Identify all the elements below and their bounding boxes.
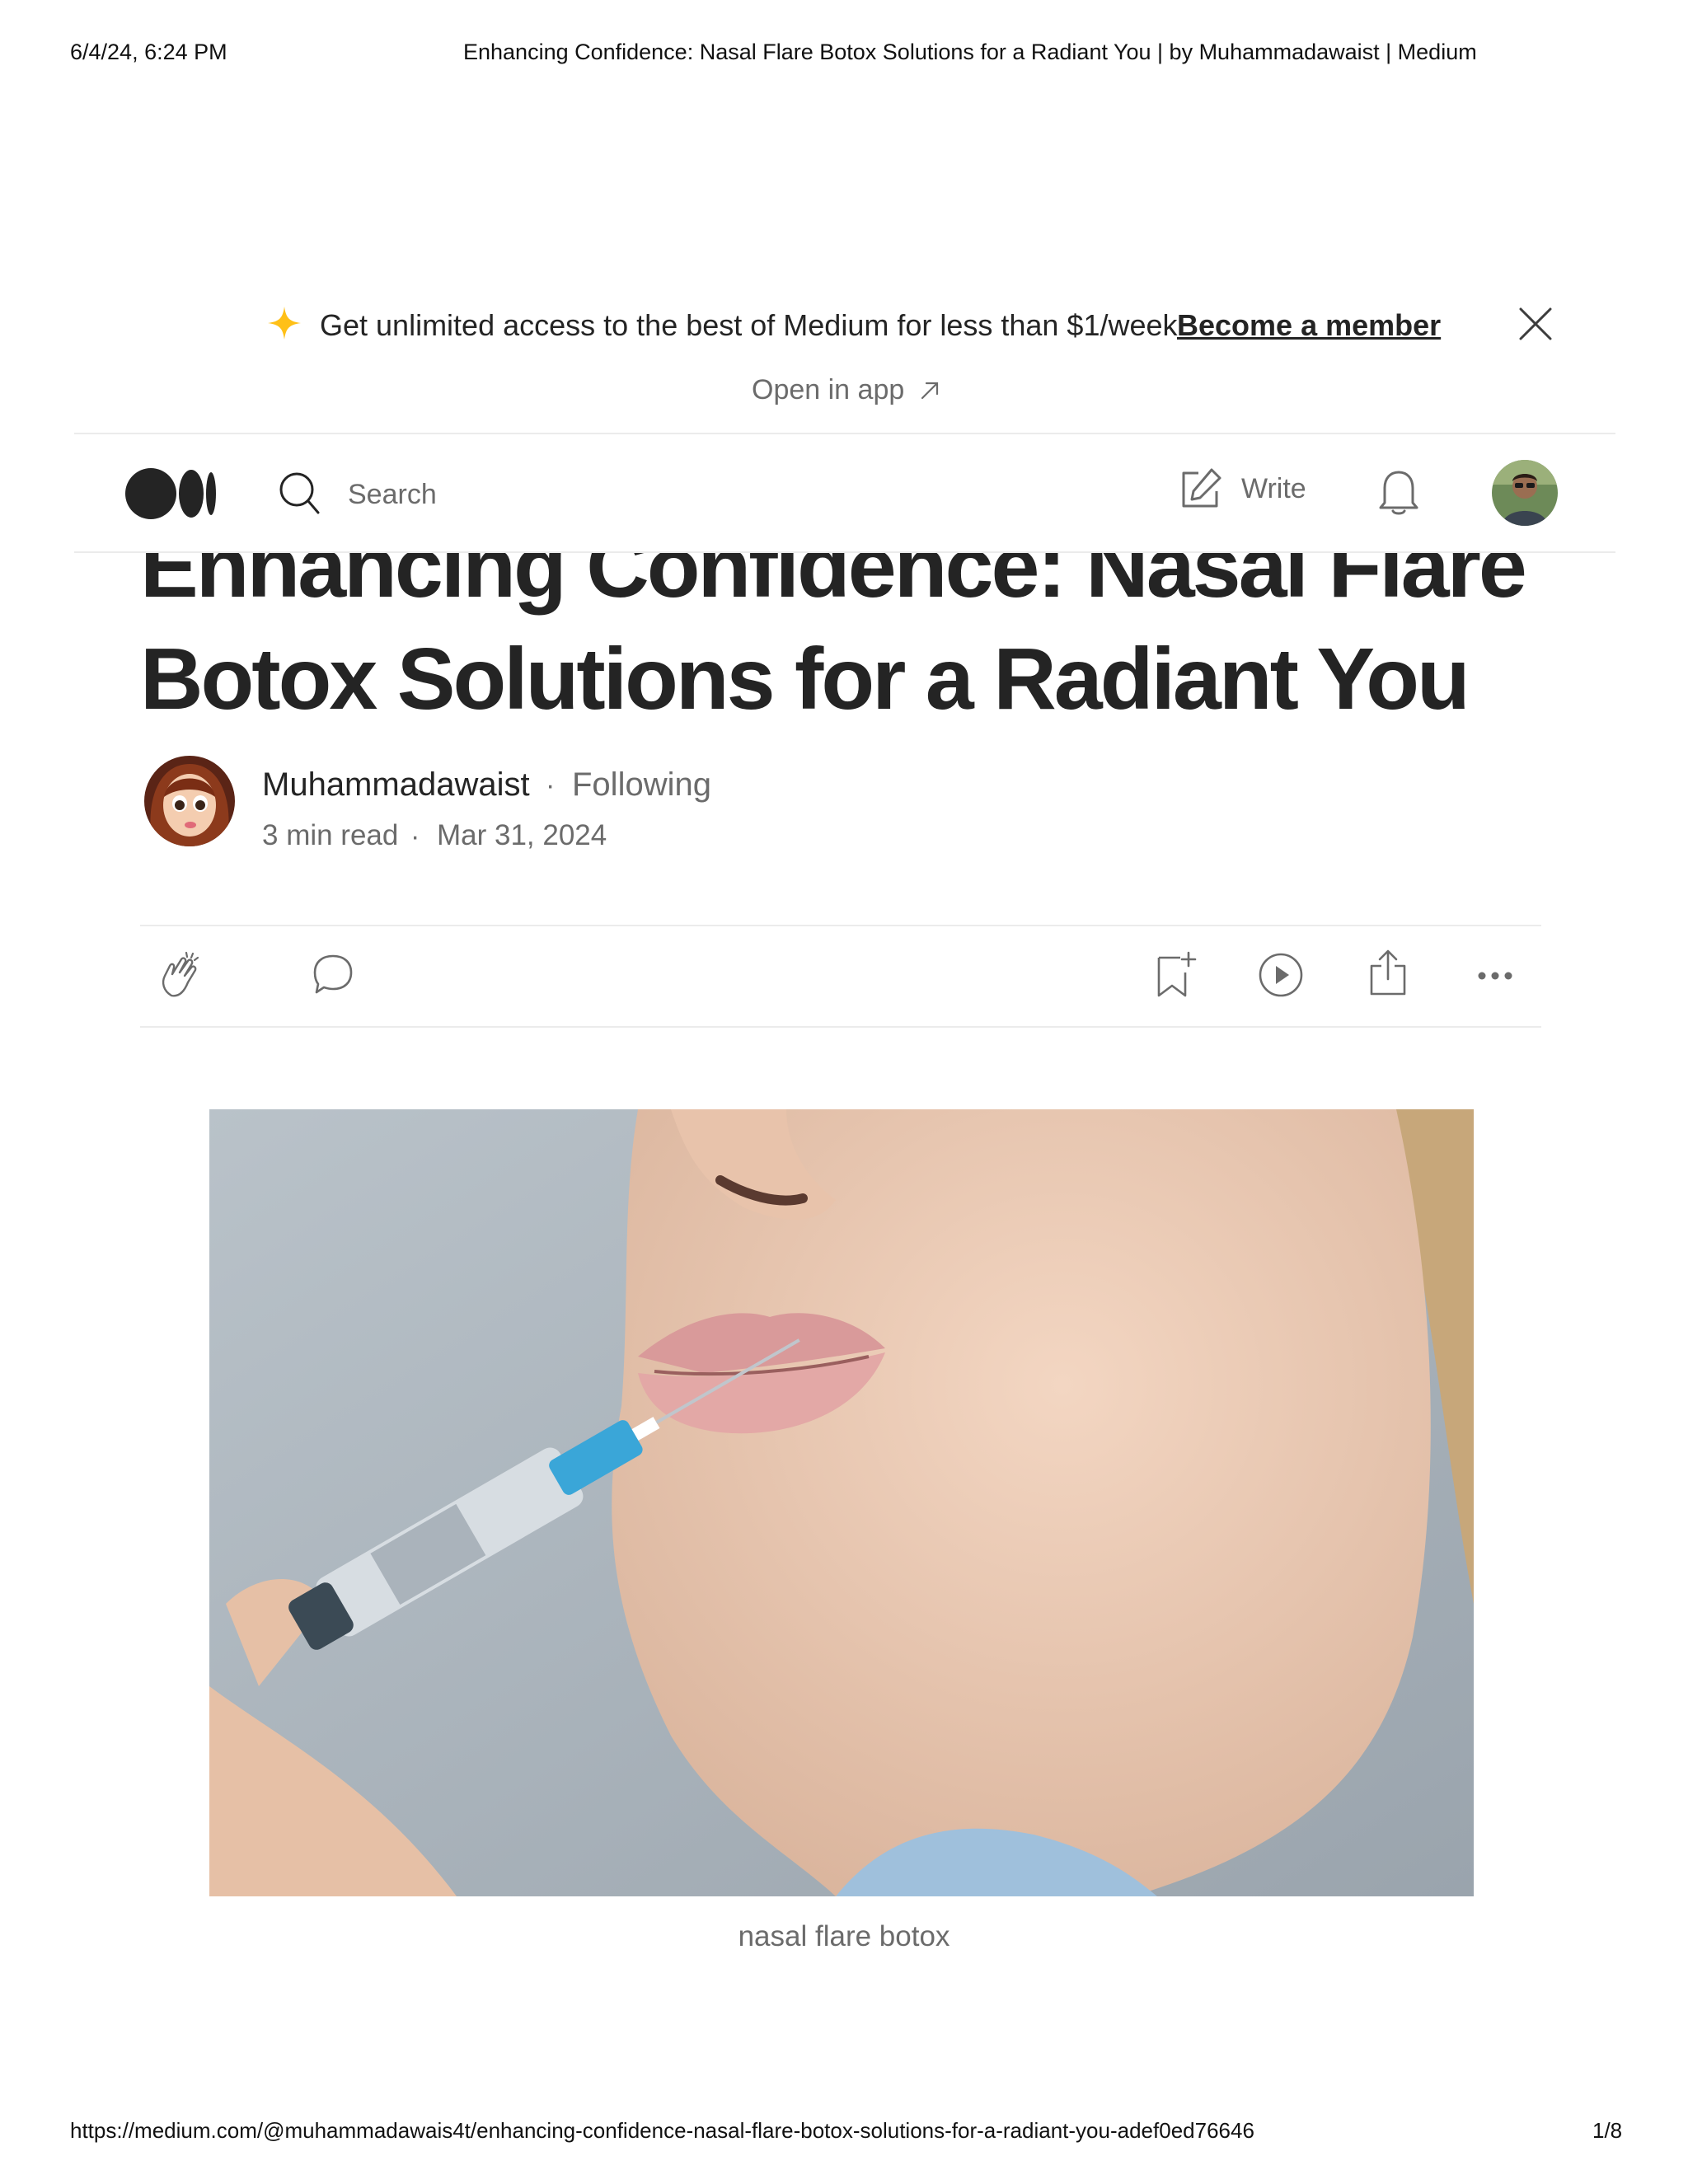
play-icon[interactable] <box>1258 952 1304 998</box>
article-hero-image <box>209 1109 1474 1896</box>
search-input[interactable] <box>346 473 679 516</box>
open-in-app-link[interactable]: Open in app <box>752 374 940 406</box>
print-page-number: 1/8 <box>1592 2118 1623 2143</box>
bookmark-add-icon[interactable] <box>1152 949 1197 999</box>
print-url: https://medium.com/@muhammadawais4t/enha… <box>70 2118 1254 2143</box>
medium-logo[interactable] <box>125 468 218 519</box>
user-avatar[interactable] <box>1492 460 1558 526</box>
title-region: Enhancing Confidence: Nasal Flare Botox … <box>0 551 1688 963</box>
share-icon[interactable] <box>1367 948 1409 997</box>
article-title: Enhancing Confidence: Nasal Flare Botox … <box>140 551 1527 728</box>
separator-dot: · <box>546 770 556 801</box>
separator-dot: · <box>410 821 420 852</box>
pencil-square-icon <box>1182 468 1221 508</box>
open-in-app-label: Open in app <box>752 374 905 405</box>
search-icon[interactable] <box>279 470 320 516</box>
print-datetime: 6/4/24, 6:24 PM <box>70 40 227 64</box>
bell-icon[interactable] <box>1376 466 1421 516</box>
publish-date: Mar 31, 2024 <box>437 819 607 851</box>
author-name[interactable]: Muhammadawaist <box>262 766 530 804</box>
image-caption: nasal flare botox <box>738 1920 950 1952</box>
divider <box>140 925 1541 926</box>
print-document-title: Enhancing Confidence: Nasal Flare Botox … <box>463 40 1477 64</box>
become-member-link[interactable]: Become a member <box>1177 308 1441 343</box>
divider <box>140 1026 1541 1028</box>
arrow-up-right-icon <box>921 382 939 399</box>
write-label: Write <box>1241 472 1306 504</box>
comment-icon[interactable] <box>312 953 354 996</box>
close-icon[interactable] <box>1517 305 1554 343</box>
sparkle-icon <box>268 307 301 340</box>
read-time: 3 min read <box>262 819 399 851</box>
following-button[interactable]: Following <box>572 766 711 804</box>
clap-icon[interactable] <box>157 949 204 999</box>
banner-message: Get unlimited access to the best of Medi… <box>320 308 1186 342</box>
more-icon[interactable] <box>1475 959 1515 992</box>
author-avatar[interactable] <box>144 756 235 846</box>
write-button[interactable]: Write <box>1179 466 1306 511</box>
